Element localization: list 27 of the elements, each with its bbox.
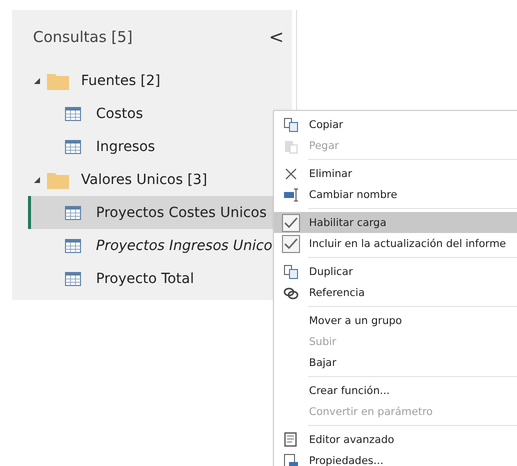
- menu-item[interactable]: Crear función...: [274, 380, 517, 401]
- panel-title: Consultas [5]: [33, 28, 133, 46]
- menu-item[interactable]: Eliminar: [274, 163, 517, 184]
- table-icon: [65, 140, 81, 154]
- collapse-button[interactable]: <: [268, 26, 284, 48]
- checkbox[interactable]: [282, 214, 300, 232]
- folder-icon: [47, 72, 69, 90]
- table-icon: [65, 272, 81, 286]
- table-icon: [65, 106, 81, 120]
- menu-item[interactable]: Propiedades...: [274, 450, 517, 466]
- menu-item[interactable]: Bajar: [274, 352, 517, 373]
- copy-icon: [283, 116, 299, 132]
- folder-icon: [47, 170, 69, 188]
- menu-item[interactable]: Mover a un grupo: [274, 310, 517, 331]
- table-icon: [65, 238, 81, 252]
- expand-triangle-icon[interactable]: [33, 76, 41, 84]
- group-label[interactable]: Fuentes [2]: [81, 72, 160, 88]
- group-label[interactable]: Valores Unicos [3]: [81, 172, 208, 188]
- checkbox[interactable]: [282, 234, 300, 252]
- copy-icon: [283, 264, 299, 280]
- menu-item[interactable]: Habilitar carga: [274, 212, 517, 233]
- expand-triangle-icon[interactable]: [33, 176, 41, 184]
- table-icon: [65, 206, 81, 220]
- close-icon: [283, 166, 299, 182]
- menu-item[interactable]: Editor avanzado: [274, 429, 517, 450]
- rename-icon: [283, 186, 299, 202]
- script-icon: [283, 432, 299, 448]
